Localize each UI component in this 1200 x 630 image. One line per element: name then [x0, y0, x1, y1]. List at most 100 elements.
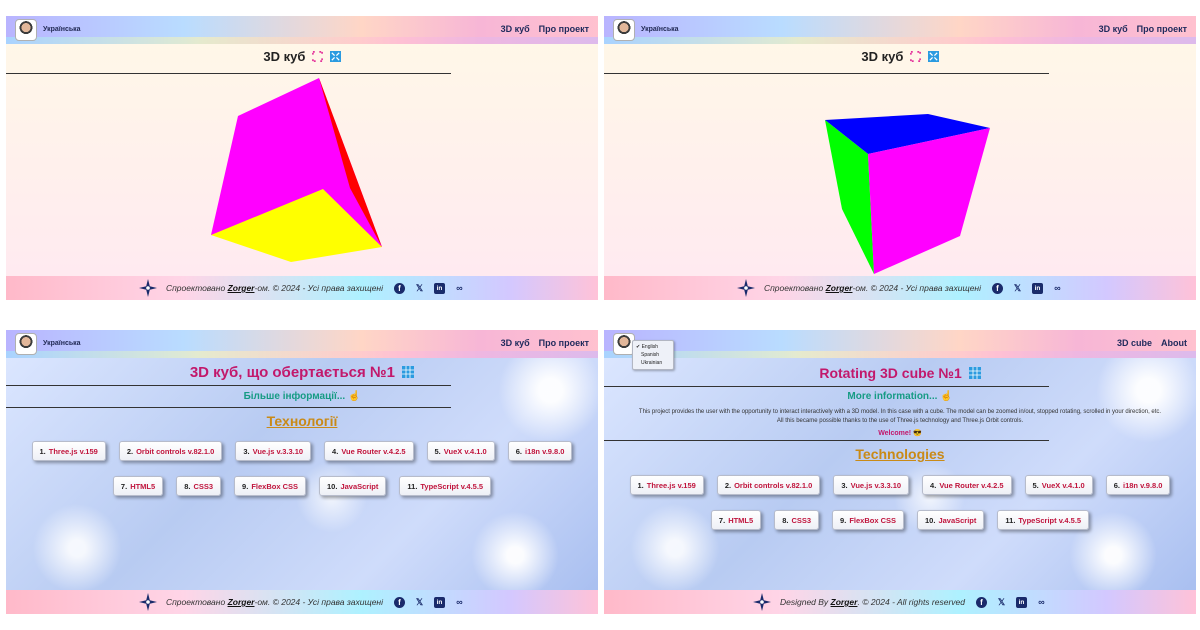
pointing-hand-icon: ☝: [347, 391, 361, 402]
compass-logo-icon: [736, 279, 755, 297]
more-info-label: More information...: [847, 391, 938, 402]
more-info-label: Більше інформації...: [243, 391, 346, 402]
nav-link-cube[interactable]: 3D куб: [501, 24, 530, 34]
tech-button-vuex[interactable]: 5. VueX v.4.1.0: [1024, 475, 1093, 495]
tech-button-javascript[interactable]: 10. JavaScript: [319, 476, 387, 496]
avatar[interactable]: [15, 19, 37, 41]
linkedin-icon[interactable]: in: [434, 282, 445, 294]
link-icon[interactable]: ∞: [454, 597, 465, 608]
grid-icon[interactable]: [968, 367, 981, 379]
nav: 3D cube About: [1117, 338, 1187, 348]
tech-button-html5[interactable]: 7. HTML5: [710, 510, 762, 530]
tech-row-2: 7. HTML5 8. CSS3 9. FlexBox CSS 10. JavaScri…: [6, 476, 598, 496]
tech-button-vuex[interactable]: 5. VueX v.4.1.0: [426, 441, 495, 461]
facebook-icon[interactable]: f: [394, 596, 405, 608]
link-icon[interactable]: ∞: [454, 283, 465, 294]
page-title-row: 3D куб, що обертається №1: [6, 364, 598, 381]
tech-button-typescript[interactable]: 11. TypeScript v.4.5.5: [399, 476, 492, 496]
tech-button-flexbox[interactable]: 9. FlexBox CSS: [234, 476, 306, 496]
divider: [604, 386, 1049, 387]
x-icon[interactable]: 𝕏: [414, 597, 425, 608]
nav-link-cube[interactable]: 3D куб: [501, 338, 530, 348]
facebook-icon[interactable]: f: [394, 282, 405, 294]
3d-cube-canvas[interactable]: [6, 44, 598, 276]
language-label[interactable]: Українська: [641, 26, 679, 33]
tech-button-vue-router[interactable]: 4. Vue Router v.4.2.5: [922, 475, 1012, 495]
tech-button-flexbox[interactable]: 9. FlexBox CSS: [832, 510, 904, 530]
footer-text: Спроектовано Zorger-ом. © 2024 - Усі пра…: [165, 283, 383, 293]
footer: Designed By Zorger. © 2024 - All rights …: [604, 590, 1196, 614]
tech-button-vuejs[interactable]: 3. Vue.js v.3.3.10: [235, 441, 312, 461]
nav-link-about[interactable]: Про проект: [539, 338, 589, 348]
tech-button-css3[interactable]: 8. CSS3: [774, 510, 820, 530]
tech-button-css3[interactable]: 8. CSS3: [176, 476, 222, 496]
linkedin-icon[interactable]: in: [434, 596, 445, 608]
x-icon[interactable]: 𝕏: [414, 283, 425, 294]
language-label[interactable]: Українська: [43, 340, 81, 347]
footer: Спроектовано Zorger-ом. © 2024 - Усі пра…: [604, 276, 1196, 300]
footer-text: Спроектовано Zorger-ом. © 2024 - Усі пра…: [763, 283, 981, 293]
facebook-icon[interactable]: f: [976, 596, 987, 608]
screenshot-panel-4: 3D cube About ✔ English Spanish Ukrainia…: [604, 330, 1196, 614]
tech-button-html5[interactable]: 7. HTML5: [112, 476, 164, 496]
screenshot-panel-2: Українська 3D куб Про проект 3D куб Спро…: [604, 16, 1196, 300]
divider: [6, 385, 451, 386]
x-icon[interactable]: 𝕏: [996, 597, 1007, 608]
tech-button-typescript[interactable]: 11. TypeScript v.4.5.5: [997, 510, 1090, 530]
footer-brand-link[interactable]: Zorger: [228, 597, 255, 607]
language-option-english[interactable]: ✔ English: [636, 343, 670, 351]
nav-link-cube[interactable]: 3D cube: [1117, 338, 1152, 348]
tech-row-1: 1. Three.js v.159 2. Orbit controls v.82.1…: [604, 475, 1196, 495]
footer: Спроектовано Zorger-ом. © 2024 - Усі пра…: [6, 276, 598, 300]
footer-brand-link[interactable]: Zorger: [831, 597, 858, 607]
linkedin-icon[interactable]: in: [1032, 282, 1043, 294]
avatar[interactable]: [613, 19, 635, 41]
page-title: 3D куб, що обертається №1: [189, 364, 395, 381]
tech-button-threejs[interactable]: 1. Three.js v.159: [31, 441, 106, 461]
more-info-link[interactable]: Більше інформації... ☝: [6, 391, 598, 402]
link-icon[interactable]: ∞: [1036, 597, 1047, 608]
screenshot-panel-1: Українська 3D куб Про проект 3D куб Спро…: [6, 16, 598, 300]
facebook-icon[interactable]: f: [992, 282, 1003, 294]
language-dropdown[interactable]: ✔ English Spanish Ukrainian: [632, 340, 674, 370]
footer-brand-link[interactable]: Zorger: [826, 283, 853, 293]
tech-button-vuejs[interactable]: 3. Vue.js v.3.3.10: [833, 475, 910, 495]
tech-button-javascript[interactable]: 10. JavaScript: [917, 510, 985, 530]
divider: [604, 440, 1049, 441]
avatar[interactable]: [15, 333, 37, 355]
more-info-link[interactable]: More information... ☝: [604, 391, 1196, 402]
header: Українська 3D куб Про проект: [604, 16, 1196, 44]
nav-link-about[interactable]: Про проект: [539, 24, 589, 34]
tech-button-i18n[interactable]: 6. i18n v.9.8.0: [1105, 475, 1171, 495]
nav-link-about[interactable]: About: [1161, 338, 1187, 348]
welcome-text: Welcome! 😎: [878, 430, 922, 437]
nav: 3D куб Про проект: [501, 24, 589, 34]
nav: 3D куб Про проект: [1099, 24, 1187, 34]
social-links: f 𝕏 in ∞: [394, 282, 465, 294]
social-links: f 𝕏 in ∞: [976, 596, 1047, 608]
header: Українська 3D куб Про проект: [6, 330, 598, 358]
linkedin-icon[interactable]: in: [1016, 596, 1027, 608]
tech-button-threejs[interactable]: 1. Three.js v.159: [629, 475, 704, 495]
language-option-spanish[interactable]: Spanish: [636, 351, 670, 359]
grid-icon[interactable]: [402, 366, 415, 378]
tech-button-orbit-controls[interactable]: 2. Orbit controls v.82.1.0: [118, 441, 223, 461]
technologies-heading: Технології: [266, 413, 338, 429]
link-icon[interactable]: ∞: [1052, 283, 1063, 294]
3d-cube-canvas[interactable]: [604, 44, 1196, 276]
tech-button-orbit-controls[interactable]: 2. Orbit controls v.82.1.0: [716, 475, 821, 495]
language-label[interactable]: Українська: [43, 26, 81, 33]
x-icon[interactable]: 𝕏: [1012, 283, 1023, 294]
nav-link-about[interactable]: Про проект: [1137, 24, 1187, 34]
screenshot-panel-3: Українська 3D куб Про проект 3D куб, що …: [6, 330, 598, 614]
tech-button-vue-router[interactable]: 4. Vue Router v.4.2.5: [324, 441, 414, 461]
header: Українська 3D куб Про проект: [6, 16, 598, 44]
footer-brand-link[interactable]: Zorger: [228, 283, 255, 293]
footer-text: Designed By Zorger. © 2024 - All rights …: [779, 597, 965, 607]
tech-button-i18n[interactable]: 6. i18n v.9.8.0: [507, 441, 573, 461]
footer-text: Спроектовано Zorger-ом. © 2024 - Усі пра…: [165, 597, 383, 607]
nav-link-cube[interactable]: 3D куб: [1099, 24, 1128, 34]
language-option-ukrainian[interactable]: Ukrainian: [636, 359, 670, 367]
page-title: Rotating 3D cube №1: [819, 365, 962, 381]
social-links: f 𝕏 in ∞: [992, 282, 1063, 294]
